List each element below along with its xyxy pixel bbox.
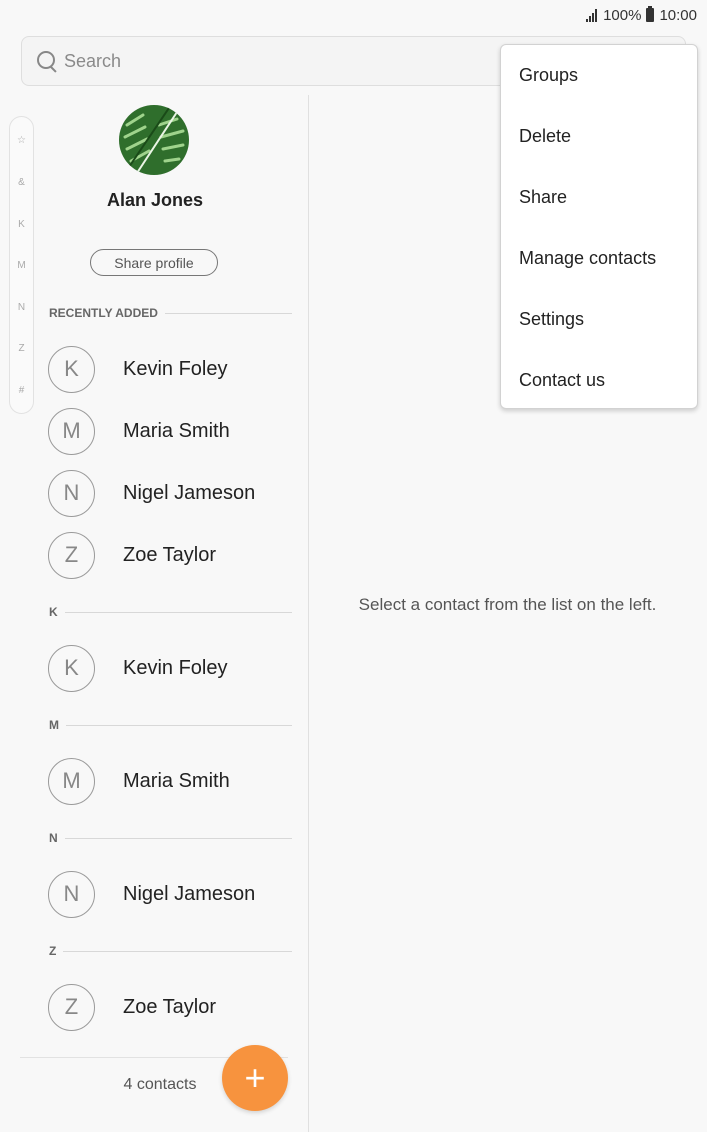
battery-percent: 100% <box>603 6 642 24</box>
contact-name: Zoe Taylor <box>123 543 217 566</box>
section-header-z: Z <box>49 943 292 959</box>
menu-item-contact-us[interactable]: Contact us <box>501 350 697 411</box>
index-item-k[interactable]: K <box>10 219 33 230</box>
contact-row[interactable]: Z Zoe Taylor <box>48 982 298 1032</box>
index-item-z[interactable]: Z <box>10 343 33 354</box>
profile-avatar[interactable] <box>119 105 189 175</box>
section-header-k: K <box>49 604 292 620</box>
plus-icon: + <box>244 1057 266 1098</box>
menu-item-manage-contacts[interactable]: Manage contacts <box>501 228 697 289</box>
empty-detail-message: Select a contact from the list on the le… <box>358 595 657 614</box>
contact-avatar: K <box>48 644 95 692</box>
search-icon <box>36 50 58 72</box>
contact-avatar: M <box>48 757 95 805</box>
search-input[interactable] <box>64 50 464 72</box>
index-item-n[interactable]: N <box>10 302 33 313</box>
section-header-n: N <box>49 830 292 846</box>
index-item-symbols[interactable]: & <box>10 177 33 188</box>
profile-name[interactable]: Alan Jones <box>40 190 270 211</box>
contact-row[interactable]: K Kevin Foley <box>48 344 298 394</box>
contact-avatar: M <box>48 407 95 455</box>
pane-divider <box>308 95 309 1132</box>
section-header-recently-added: RECENTLY ADDED <box>49 305 292 321</box>
index-scroller[interactable]: ☆ & K M N Z # <box>9 116 34 414</box>
status-bar: 100% 10:00 <box>0 0 707 30</box>
divider <box>164 312 292 314</box>
contact-avatar: N <box>48 870 95 918</box>
divider <box>63 950 292 952</box>
contact-avatar: Z <box>48 983 95 1031</box>
divider <box>66 724 292 726</box>
contact-name: Nigel Jameson <box>123 882 256 905</box>
contact-avatar: Z <box>48 531 95 579</box>
contact-avatar: N <box>48 469 95 517</box>
index-item-m[interactable]: M <box>10 260 33 271</box>
overflow-menu: Groups Delete Share Manage contacts Sett… <box>500 44 698 409</box>
contact-name: Maria Smith <box>123 769 230 792</box>
index-item-favorites[interactable]: ☆ <box>10 135 33 146</box>
divider <box>64 837 292 839</box>
battery-icon <box>646 6 655 22</box>
contact-row[interactable]: K Kevin Foley <box>48 643 298 693</box>
add-contact-button[interactable]: + <box>222 1045 288 1111</box>
contact-name: Kevin Foley <box>123 357 228 380</box>
contact-row[interactable]: N Nigel Jameson <box>48 468 298 518</box>
contact-name: Zoe Taylor <box>123 995 217 1018</box>
section-header-label: N <box>49 831 58 845</box>
menu-item-groups[interactable]: Groups <box>501 45 697 106</box>
clock: 10:00 <box>659 6 697 24</box>
share-profile-button[interactable]: Share profile <box>90 249 218 276</box>
contact-avatar: K <box>48 345 95 393</box>
contacts-count: 4 contacts <box>123 1076 197 1093</box>
signal-icon <box>586 8 598 22</box>
divider <box>64 611 292 613</box>
section-header-label: Z <box>49 944 57 958</box>
section-header-label: RECENTLY ADDED <box>49 306 158 320</box>
contact-row[interactable]: M Maria Smith <box>48 406 298 456</box>
section-header-label: K <box>49 605 58 619</box>
contact-name: Nigel Jameson <box>123 481 256 504</box>
contact-name: Kevin Foley <box>123 656 228 679</box>
menu-item-delete[interactable]: Delete <box>501 106 697 167</box>
section-header-label: M <box>49 718 59 732</box>
contact-row[interactable]: N Nigel Jameson <box>48 869 298 919</box>
index-item-hash[interactable]: # <box>10 385 33 396</box>
contact-row[interactable]: Z Zoe Taylor <box>48 530 298 580</box>
menu-item-settings[interactable]: Settings <box>501 289 697 350</box>
contact-row[interactable]: M Maria Smith <box>48 756 298 806</box>
menu-item-share[interactable]: Share <box>501 167 697 228</box>
section-header-m: M <box>49 717 292 733</box>
contact-name: Maria Smith <box>123 419 230 442</box>
